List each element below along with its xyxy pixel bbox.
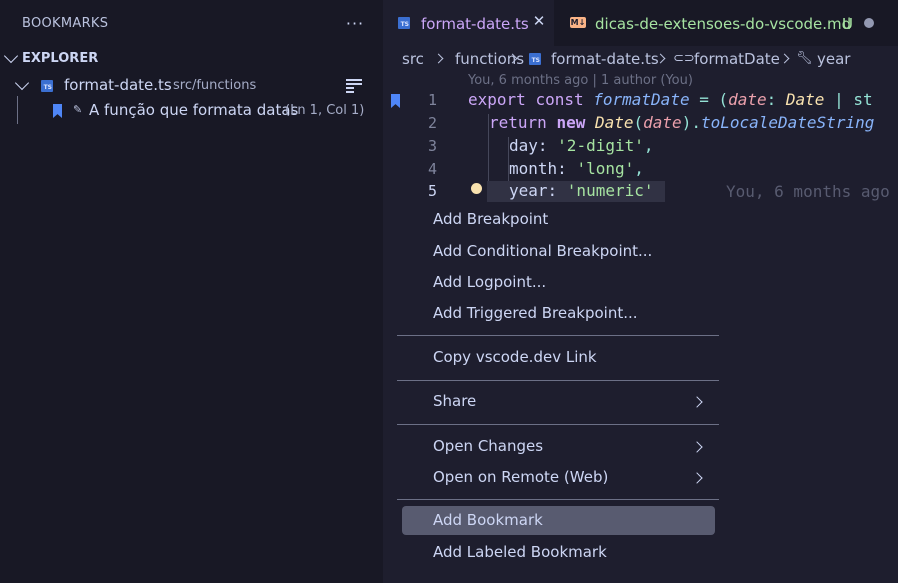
- breadcrumb-src[interactable]: src: [402, 50, 424, 68]
- chevron-down-icon[interactable]: [14, 75, 30, 91]
- menu-separator: [397, 335, 719, 336]
- tab-label: dicas-de-extensoes-do-vscode.md: [595, 15, 852, 33]
- menu-add-labeled-bookmark[interactable]: Add Labeled Bookmark: [402, 538, 715, 567]
- bookmark-icon: [53, 104, 62, 118]
- menu-share[interactable]: Share: [402, 387, 715, 416]
- sidebar-title: BOOKMARKS: [22, 16, 109, 31]
- bookmark-file-item[interactable]: TS format-date.ts src/functions: [0, 73, 383, 97]
- codelens-blame[interactable]: You, 6 months ago | 1 author (You): [468, 73, 693, 88]
- breadcrumb-year[interactable]: year: [817, 50, 850, 68]
- ellipsis-icon[interactable]: ···: [344, 12, 366, 34]
- sidebar-header: BOOKMARKS ···: [0, 0, 383, 46]
- menu-copy-vscode-dev-link[interactable]: Copy vscode.dev Link: [402, 343, 715, 372]
- lightbulb-icon[interactable]: [471, 183, 482, 194]
- chevron-down-icon[interactable]: [3, 48, 19, 64]
- chevron-right-icon: [779, 53, 790, 64]
- explorer-section-label: EXPLORER: [22, 51, 99, 66]
- menu-add-triggered-breakpoint[interactable]: Add Triggered Breakpoint...: [402, 299, 715, 328]
- untracked-status: U: [842, 15, 853, 33]
- code-line-1[interactable]: export const formatDate = (date: Date | …: [468, 90, 873, 113]
- bookmark-label: A função que formata datas: [89, 101, 299, 119]
- line-number: 1: [427, 91, 437, 109]
- typescript-file-icon: TS: [41, 80, 53, 92]
- chevron-right-icon: [691, 396, 703, 408]
- typescript-file-icon: TS: [398, 17, 410, 29]
- bookmark-gutter-icon[interactable]: [391, 94, 400, 108]
- variable-symbol-icon: ⊂⊃: [673, 51, 695, 66]
- code-line-2[interactable]: return new Date(date).toLocaleDateString: [489, 113, 874, 136]
- gutter-context-menu: Add Breakpoint Add Conditional Breakpoin…: [397, 202, 722, 583]
- tab-dicas-markdown[interactable]: M↓ dicas-de-extensoes-do-vscode.md U: [554, 0, 898, 46]
- editor-tabs: TS format-date.ts ✕ M↓ dicas-de-extensoe…: [383, 0, 898, 46]
- markdown-file-icon: M↓: [570, 17, 586, 28]
- line-number: 3: [427, 137, 437, 155]
- unsaved-dot-icon[interactable]: [864, 18, 874, 28]
- tab-format-date[interactable]: TS format-date.ts ✕: [383, 0, 554, 46]
- line-number: 4: [427, 160, 437, 178]
- inline-blame[interactable]: You, 6 months ago: [726, 182, 890, 201]
- tab-label: format-date.ts: [421, 15, 529, 33]
- menu-add-conditional-breakpoint[interactable]: Add Conditional Breakpoint...: [402, 237, 715, 266]
- line-number: 2: [427, 114, 437, 132]
- menu-add-bookmark[interactable]: Add Bookmark: [402, 506, 715, 535]
- chevron-right-icon: [691, 441, 703, 453]
- menu-open-changes[interactable]: Open Changes: [402, 432, 715, 461]
- code-line-5[interactable]: year: 'numeric': [509, 181, 654, 204]
- menu-add-breakpoint[interactable]: Add Breakpoint: [402, 205, 715, 234]
- breadcrumb-file[interactable]: format-date.ts: [551, 50, 659, 68]
- collapse-list-icon[interactable]: [346, 78, 364, 93]
- menu-separator: [397, 380, 719, 381]
- code-line-4[interactable]: month: 'long',: [509, 159, 644, 182]
- pencil-icon: ✎: [73, 103, 83, 116]
- bookmark-item[interactable]: ✎ A função que formata datas (Ln 1, Col …: [0, 98, 383, 122]
- file-name: format-date.ts: [64, 76, 172, 94]
- code-line-3[interactable]: day: '2-digit',: [509, 136, 654, 159]
- line-number: 5: [427, 182, 437, 200]
- typescript-file-icon: TS: [529, 53, 541, 65]
- menu-add-logpoint[interactable]: Add Logpoint...: [402, 268, 715, 297]
- explorer-section-header[interactable]: EXPLORER: [0, 46, 383, 70]
- menu-separator: [397, 424, 719, 425]
- file-path: src/functions: [173, 78, 257, 93]
- chevron-right-icon: [433, 53, 444, 64]
- wrench-icon: 🔧︎: [796, 51, 813, 66]
- bookmarks-sidebar: BOOKMARKS ··· EXPLORER TS format-date.ts…: [0, 0, 383, 583]
- close-icon[interactable]: ✕: [531, 13, 547, 29]
- chevron-right-icon: [691, 472, 703, 484]
- bookmark-position: (Ln 1, Col 1): [285, 103, 365, 118]
- menu-separator: [397, 499, 719, 500]
- breadcrumb-formatdate[interactable]: formatDate: [694, 50, 780, 68]
- menu-open-on-remote[interactable]: Open on Remote (Web): [402, 463, 715, 492]
- breadcrumb: src functions TS format-date.ts ⊂⊃ forma…: [383, 46, 898, 72]
